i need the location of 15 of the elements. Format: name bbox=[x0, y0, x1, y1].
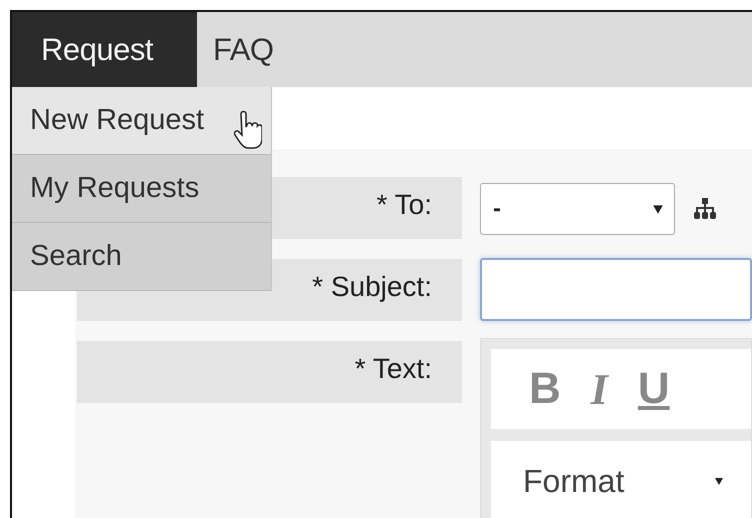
caret-icon bbox=[714, 476, 724, 486]
nav-tab[interactable]: FAQ bbox=[197, 12, 302, 87]
format-button[interactable]: B bbox=[521, 364, 569, 414]
field-label: * Text: bbox=[77, 341, 462, 403]
format-dropdown[interactable]: Format bbox=[491, 462, 744, 510]
hand-cursor-icon bbox=[234, 111, 262, 151]
caret-icon bbox=[652, 203, 664, 215]
subject-field[interactable] bbox=[480, 258, 752, 321]
nav-tab[interactable]: Request bbox=[12, 12, 197, 87]
menu-item-label: New Request bbox=[30, 104, 204, 137]
format-button[interactable]: U bbox=[630, 364, 678, 414]
menu-item[interactable]: New Request bbox=[12, 87, 271, 155]
recipient-select[interactable]: - bbox=[480, 183, 675, 235]
hierarchy-icon[interactable] bbox=[693, 197, 717, 221]
format-button[interactable]: I bbox=[582, 364, 616, 414]
